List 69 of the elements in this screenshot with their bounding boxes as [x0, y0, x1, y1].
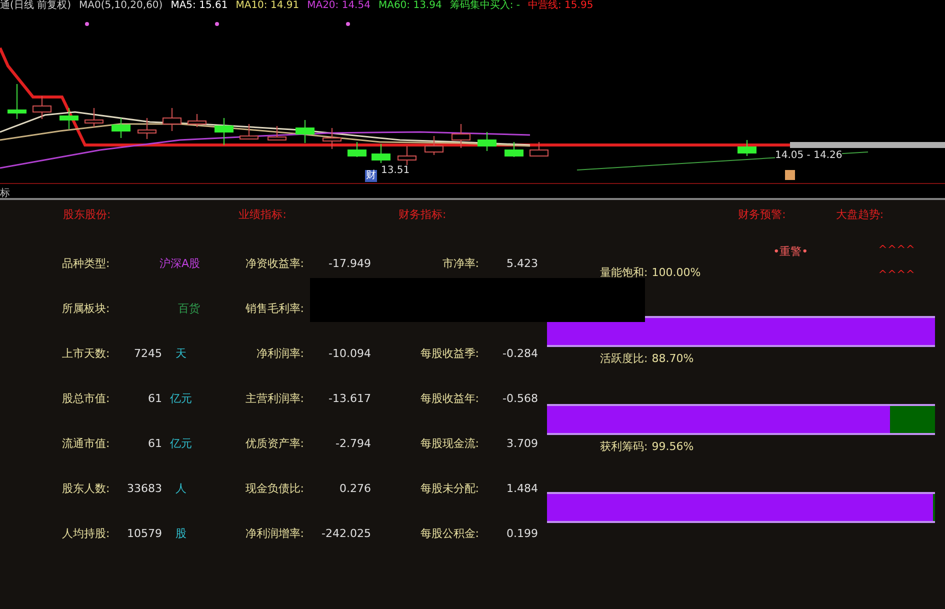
- field-value: -17.949: [328, 256, 371, 272]
- field-label: 优质资产率:: [244, 436, 304, 452]
- field-value: 0.199: [506, 526, 538, 542]
- panel-tab-label: 标: [0, 186, 10, 201]
- field-value: -10.094: [328, 346, 371, 362]
- section-header: 财务指标:: [398, 206, 446, 223]
- field-label: 净利润增率:: [244, 526, 304, 542]
- field-label: 市净率:: [441, 256, 479, 272]
- trend-arrows: ^^^^: [878, 266, 915, 282]
- field-value: 3.709: [506, 436, 538, 452]
- indicator-value: MA5: 15.61: [170, 0, 228, 12]
- field-label: 每股收益季:: [419, 346, 479, 362]
- indicator-value: MA20: 14.54: [307, 0, 370, 12]
- unit-label: 亿元: [169, 391, 193, 408]
- field-label: 净资收益率:: [244, 256, 304, 272]
- field-value: -0.284: [502, 346, 538, 362]
- field-value: 61: [147, 391, 162, 408]
- field-label: 净利润率:: [255, 346, 304, 362]
- chart-title: 通(日线 前复权): [0, 0, 71, 12]
- field-label: 每股现金流:: [419, 436, 479, 452]
- field-label: 品种类型:: [62, 256, 111, 272]
- indicator-value: 筹码集中买入: -: [450, 0, 520, 12]
- event-marker: 财: [365, 170, 377, 182]
- field-label: 每股收益年:: [419, 391, 479, 408]
- field-value: 5.423: [506, 256, 538, 272]
- meter-reading: 99.56%: [652, 438, 694, 455]
- indicator-value: MA60: 13.94: [378, 0, 442, 12]
- unit-label: 人: [174, 481, 188, 498]
- field-value: 沪深A股: [158, 256, 200, 272]
- indicator-name: MA0(5,10,20,60): [78, 0, 163, 12]
- section-header: 业绩指标:: [238, 206, 286, 223]
- field-label: 上市天数:: [62, 346, 111, 362]
- section-header: 财务预警:: [738, 206, 786, 223]
- field-value: 百货: [177, 301, 200, 318]
- field-label: 销售毛利率:: [244, 301, 304, 318]
- field-label: 所属板块:: [62, 301, 111, 318]
- field-label: 主营利润率:: [244, 391, 304, 408]
- field-value: 10579: [126, 526, 162, 542]
- unit-label: 天: [174, 346, 188, 362]
- section-header: 大盘趋势:: [836, 206, 884, 223]
- unit-label: 股: [174, 526, 188, 542]
- field-value: 0.276: [338, 481, 371, 498]
- field-value: 7245: [133, 346, 162, 362]
- price-label: 13.51: [381, 164, 410, 178]
- meter-reading: 88.70%: [652, 350, 694, 367]
- field-value: 1.484: [506, 481, 538, 498]
- field-label: 现金负债比:: [244, 481, 304, 498]
- indicator-value: MA10: 14.91: [236, 0, 300, 12]
- trend-arrows: ^^^^: [878, 242, 915, 258]
- field-value: 33683: [126, 481, 162, 498]
- field-value: -0.568: [502, 391, 538, 408]
- indicator-value: 中营线: 15.95: [528, 0, 594, 12]
- field-value: -242.025: [320, 526, 371, 542]
- field-label: 股总市值:: [62, 391, 111, 408]
- meter-label: 活跃度比:: [600, 350, 648, 367]
- field-label: 股东人数:: [62, 481, 111, 498]
- meter-reading: 100.00%: [652, 264, 701, 280]
- field-label: 每股未分配:: [419, 481, 479, 498]
- section-header: 股东股份:: [63, 206, 111, 223]
- warning-text: •重警•: [773, 244, 808, 260]
- field-value: 61: [147, 436, 162, 452]
- field-value: -2.794: [334, 436, 371, 452]
- meter-label: 获利筹码:: [600, 438, 648, 455]
- field-label: 人均持股:: [62, 526, 111, 542]
- field-label: 每股公积金:: [419, 526, 479, 542]
- unit-label: 亿元: [169, 436, 193, 452]
- field-value: -13.617: [328, 391, 371, 408]
- field-label: 流通市值:: [62, 436, 111, 452]
- meter-label: 量能饱和:: [600, 264, 648, 280]
